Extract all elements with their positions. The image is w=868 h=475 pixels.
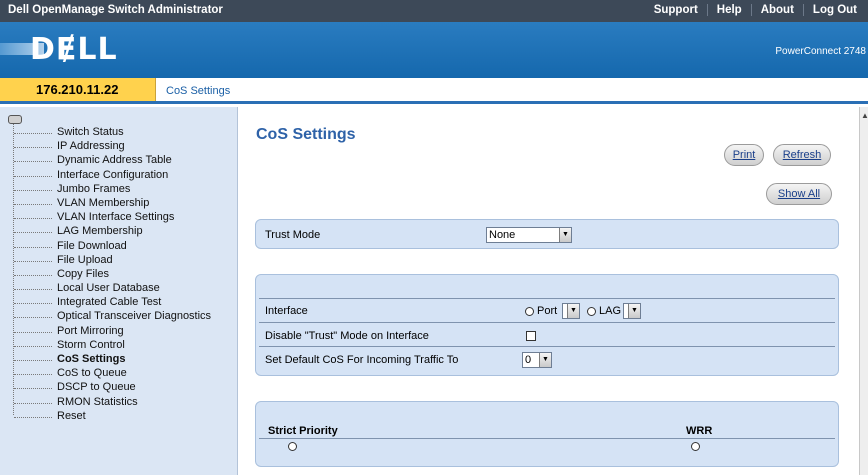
- tab-cos-settings[interactable]: CoS Settings: [166, 85, 230, 97]
- top-links: Support Help About Log Out: [645, 4, 866, 16]
- refresh-button[interactable]: Refresh: [773, 144, 831, 166]
- logout-link[interactable]: Log Out: [802, 4, 866, 16]
- nav-item-copy-files[interactable]: Copy Files: [0, 268, 211, 282]
- wrr-radio[interactable]: [691, 442, 700, 451]
- port-select[interactable]: ▼: [562, 303, 580, 319]
- logo-text: DɆLL: [30, 31, 118, 67]
- trust-mode-panel: Trust Mode None ▼: [255, 219, 839, 249]
- divider: [259, 438, 835, 439]
- tab-row: 176.210.11.22 CoS Settings: [0, 78, 868, 104]
- page-title: CoS Settings: [256, 126, 356, 143]
- main-content: ▲ CoS Settings Print Refresh Show All Tr…: [240, 107, 868, 475]
- device-ip: 176.210.11.22: [0, 78, 156, 101]
- nav-item-rmon-statistics[interactable]: RMON Statistics: [0, 396, 211, 410]
- support-link[interactable]: Support: [645, 4, 707, 16]
- strict-priority-header: Strict Priority: [268, 425, 338, 437]
- chevron-down-icon[interactable]: ▼: [559, 228, 571, 242]
- nav-item-vlan-interface-settings[interactable]: VLAN Interface Settings: [0, 211, 211, 225]
- nav-item-lag-membership[interactable]: LAG Membership: [0, 225, 211, 239]
- port-radio[interactable]: [525, 307, 534, 316]
- app-title: Dell OpenManage Switch Administrator: [8, 4, 223, 16]
- trust-mode-select[interactable]: None ▼: [486, 227, 572, 243]
- nav-item-vlan-membership[interactable]: VLAN Membership: [0, 197, 211, 211]
- chevron-down-icon[interactable]: ▼: [628, 304, 640, 318]
- nav-list: Switch Status IP Addressing Dynamic Addr…: [0, 126, 211, 424]
- model-label: PowerConnect 2748: [775, 46, 866, 57]
- nav-item-reset[interactable]: Reset: [0, 410, 211, 424]
- nav-tree: Switch Status IP Addressing Dynamic Addr…: [0, 107, 238, 475]
- switch-icon: [8, 115, 22, 124]
- chevron-down-icon[interactable]: ▼: [567, 304, 579, 318]
- default-cos-select[interactable]: 0 ▼: [522, 352, 552, 368]
- nav-item-interface-configuration[interactable]: Interface Configuration: [0, 169, 211, 183]
- interface-panel: Interface Port ▼ LAG ▼ Disable "Trust" M…: [255, 274, 839, 376]
- help-link[interactable]: Help: [706, 4, 751, 16]
- scheduling-panel: Strict Priority WRR: [255, 401, 839, 467]
- nav-item-storm-control[interactable]: Storm Control: [0, 339, 211, 353]
- lag-radio[interactable]: [587, 307, 596, 316]
- divider: [259, 298, 835, 299]
- chevron-down-icon[interactable]: ▼: [539, 353, 551, 367]
- nav-item-cos-settings[interactable]: CoS Settings: [0, 353, 211, 367]
- nav-item-file-upload[interactable]: File Upload: [0, 254, 211, 268]
- wrr-header: WRR: [686, 425, 713, 437]
- nav-item-dscp-to-queue[interactable]: DSCP to Queue: [0, 381, 211, 395]
- nav-item-local-user-database[interactable]: Local User Database: [0, 282, 211, 296]
- trust-mode-label: Trust Mode: [265, 229, 321, 241]
- nav-item-ip-addressing[interactable]: IP Addressing: [0, 140, 211, 154]
- trust-mode-value: None: [489, 229, 516, 241]
- interface-label: Interface: [265, 305, 308, 317]
- vertical-scrollbar[interactable]: ▲: [859, 107, 868, 475]
- show-all-button[interactable]: Show All: [766, 183, 832, 205]
- print-button[interactable]: Print: [724, 144, 764, 166]
- default-cos-value: 0: [525, 354, 532, 366]
- port-label: Port: [537, 305, 558, 317]
- nav-item-cos-to-queue[interactable]: CoS to Queue: [0, 367, 211, 381]
- divider: [259, 346, 835, 347]
- about-link[interactable]: About: [750, 4, 803, 16]
- lag-label: LAG: [599, 305, 622, 317]
- nav-item-optical-transceiver-diagnostics[interactable]: Optical Transceiver Diagnostics: [0, 310, 211, 324]
- nav-item-jumbo-frames[interactable]: Jumbo Frames: [0, 183, 211, 197]
- nav-item-dynamic-address-table[interactable]: Dynamic Address Table: [0, 154, 211, 168]
- strict-priority-radio[interactable]: [288, 442, 297, 451]
- header-banner: DɆLL PowerConnect 2748: [0, 22, 868, 78]
- nav-item-file-download[interactable]: File Download: [0, 240, 211, 254]
- lag-select[interactable]: ▼: [623, 303, 641, 319]
- dell-logo: DɆLL: [0, 24, 118, 74]
- disable-trust-label: Disable "Trust" Mode on Interface: [265, 330, 429, 342]
- disable-trust-checkbox[interactable]: [526, 331, 536, 341]
- top-bar: Dell OpenManage Switch Administrator Sup…: [0, 0, 868, 22]
- divider: [259, 322, 835, 323]
- nav-item-switch-status[interactable]: Switch Status: [0, 126, 211, 140]
- scroll-up-icon[interactable]: ▲: [861, 111, 868, 120]
- default-cos-label: Set Default CoS For Incoming Traffic To: [265, 354, 459, 366]
- nav-item-port-mirroring[interactable]: Port Mirroring: [0, 325, 211, 339]
- nav-item-integrated-cable-test[interactable]: Integrated Cable Test: [0, 296, 211, 310]
